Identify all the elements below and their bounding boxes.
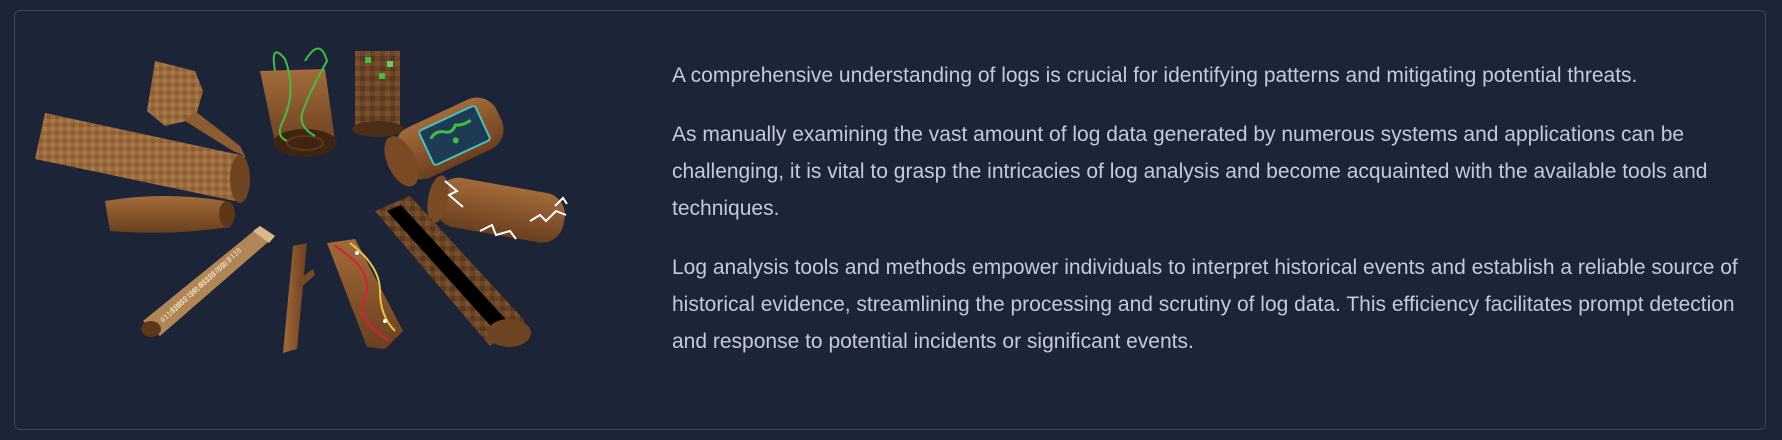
description-text: A comprehensive understanding of logs is…: [672, 57, 1752, 382]
svg-text:10010110 01101001 0110: 10010110 01101001 0110: [169, 247, 243, 315]
paragraph-3: Log analysis tools and methods empower i…: [672, 256, 1738, 353]
pixel-log-icon: [35, 113, 250, 203]
vine-stump-icon: [260, 47, 337, 157]
log-collection-illustration: 01101001 10100110 1101 10010110 01101001…: [35, 47, 568, 353]
stick-icon: [283, 243, 315, 353]
info-card: 01101001 10100110 1101 10010110 01101001…: [14, 10, 1766, 430]
wired-log-icon: [327, 239, 403, 349]
binary-log-icon: 01101001 10100110 1101 10010110 01101001…: [141, 226, 275, 337]
paragraph-2: As manually examining the vast amount of…: [672, 123, 1708, 220]
mossy-stump-icon: [352, 51, 404, 137]
plain-log-icon: [105, 196, 235, 233]
paragraph-1: A comprehensive understanding of logs is…: [672, 64, 1638, 87]
